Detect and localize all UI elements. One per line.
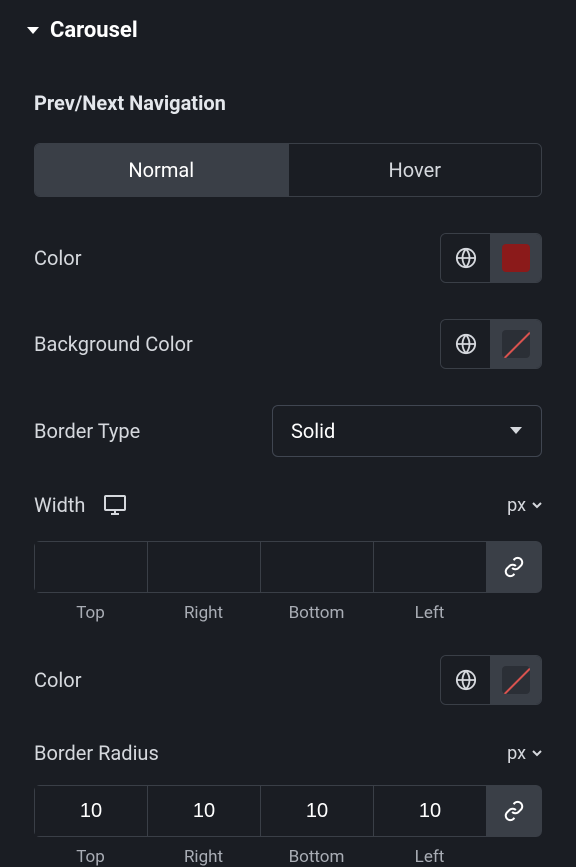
radius-left-input[interactable] xyxy=(374,786,486,836)
border-color-swatch-none xyxy=(502,666,530,694)
bgcolor-control xyxy=(440,319,542,369)
chevron-down-icon xyxy=(532,750,542,757)
tab-hover[interactable]: Hover xyxy=(289,144,542,196)
dim-label-top: Top xyxy=(34,847,147,867)
width-bottom-input[interactable] xyxy=(261,542,373,592)
radius-top-input[interactable] xyxy=(35,786,147,836)
color-control xyxy=(440,233,542,283)
label-width: Width xyxy=(34,493,85,517)
width-unit-select[interactable]: px xyxy=(507,495,542,516)
label-border-radius: Border Radius xyxy=(34,741,159,765)
label-border-color: Color xyxy=(34,668,81,692)
section-toggle-carousel[interactable]: Carousel xyxy=(26,18,542,43)
dim-label-left: Left xyxy=(373,603,486,623)
label-background-color: Background Color xyxy=(34,332,193,356)
chevron-down-icon xyxy=(532,502,542,509)
caret-down-icon xyxy=(26,26,40,36)
dim-label-bottom: Bottom xyxy=(260,847,373,867)
bgcolor-global-button[interactable] xyxy=(441,320,491,368)
border-color-global-button[interactable] xyxy=(441,656,491,704)
link-icon xyxy=(503,800,525,822)
width-top-input[interactable] xyxy=(35,542,147,592)
radius-inputs xyxy=(34,785,542,837)
radius-link-button[interactable] xyxy=(486,785,542,837)
radius-right-input[interactable] xyxy=(148,786,260,836)
label-border-type: Border Type xyxy=(34,419,140,443)
globe-icon xyxy=(455,247,477,269)
desktop-icon[interactable] xyxy=(103,494,127,516)
bgcolor-swatch-button[interactable] xyxy=(491,320,541,368)
dim-label-right: Right xyxy=(147,603,260,623)
radius-unit-value: px xyxy=(507,743,526,764)
globe-icon xyxy=(455,669,477,691)
tab-normal[interactable]: Normal xyxy=(35,144,289,196)
border-color-swatch-button[interactable] xyxy=(491,656,541,704)
subheading-prev-next-nav: Prev/Next Navigation xyxy=(34,91,542,115)
width-link-button[interactable] xyxy=(486,541,542,593)
dim-label-left: Left xyxy=(373,847,486,867)
border-type-value: Solid xyxy=(291,419,335,443)
color-swatch xyxy=(502,244,530,272)
width-inputs xyxy=(34,541,542,593)
radius-bottom-input[interactable] xyxy=(261,786,373,836)
link-icon xyxy=(503,556,525,578)
dim-label-right: Right xyxy=(147,847,260,867)
color-swatch-button[interactable] xyxy=(491,234,541,282)
dim-label-bottom: Bottom xyxy=(260,603,373,623)
border-color-control xyxy=(440,655,542,705)
bgcolor-swatch-none xyxy=(502,330,530,358)
radius-unit-select[interactable]: px xyxy=(507,743,542,764)
width-left-input[interactable] xyxy=(374,542,486,592)
caret-down-icon xyxy=(509,426,523,436)
section-title: Carousel xyxy=(50,18,138,43)
state-tabs: Normal Hover xyxy=(34,143,542,197)
width-right-input[interactable] xyxy=(148,542,260,592)
label-color: Color xyxy=(34,246,81,270)
width-unit-value: px xyxy=(507,495,526,516)
border-type-select[interactable]: Solid xyxy=(272,405,542,457)
dim-label-top: Top xyxy=(34,603,147,623)
color-global-button[interactable] xyxy=(441,234,491,282)
globe-icon xyxy=(455,333,477,355)
